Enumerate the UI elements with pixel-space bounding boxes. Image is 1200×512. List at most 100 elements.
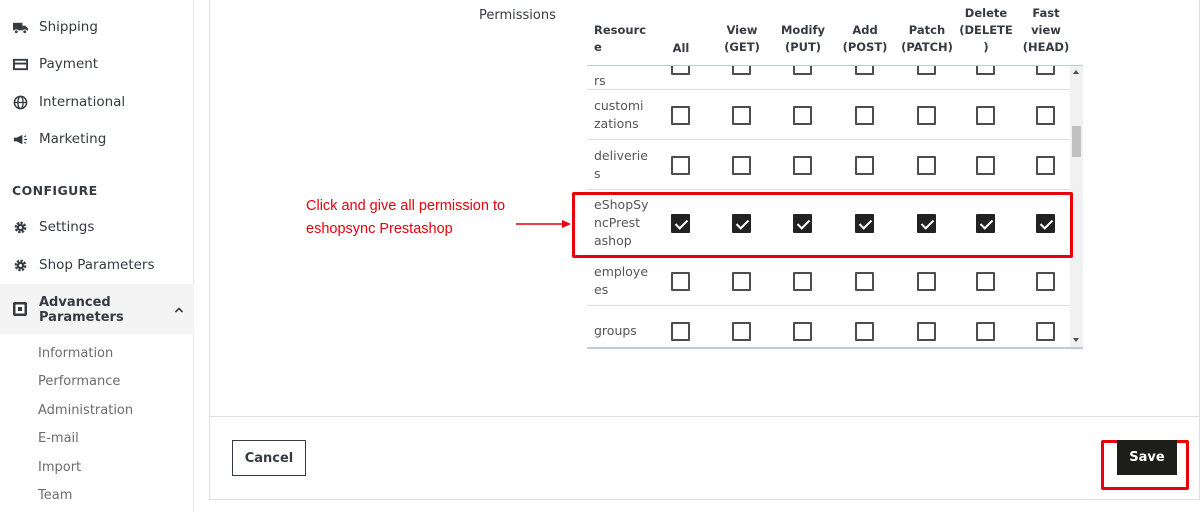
annotation-line1: Click and give all permission to — [306, 198, 506, 214]
sidebar-item-shipping[interactable]: Shipping — [0, 12, 194, 42]
column-header-line: (HEAD) — [1022, 40, 1070, 54]
sidebar: Shipping Payment International Marketing… — [0, 0, 194, 512]
permission-checkbox[interactable] — [917, 321, 936, 341]
credit-card-icon — [12, 56, 28, 72]
column-header-line: All — [672, 41, 690, 55]
permission-checkbox[interactable] — [976, 321, 995, 341]
permission-checkbox[interactable] — [976, 155, 995, 175]
column-header: All — [650, 40, 712, 57]
column-header-line: (DELETE — [959, 23, 1013, 37]
resource-name-line: zations — [594, 116, 639, 131]
permission-checkbox[interactable] — [732, 321, 751, 341]
sub-item-team[interactable]: Team — [38, 488, 72, 503]
permission-checkbox[interactable] — [855, 155, 874, 175]
sidebar-item-settings[interactable]: Settings — [0, 212, 194, 242]
permission-checkbox[interactable] — [1036, 155, 1055, 175]
permission-checkbox[interactable] — [917, 155, 936, 175]
column-header-line: view — [1031, 23, 1061, 37]
permission-checkbox[interactable] — [1036, 321, 1055, 341]
sub-item-administration[interactable]: Administration — [38, 403, 133, 418]
table-row: employe es — [587, 256, 1070, 306]
column-header: Add (POST) — [834, 22, 896, 56]
column-header-line: Delete — [964, 6, 1008, 20]
column-header-line: Patch — [908, 23, 946, 37]
save-button[interactable]: Save — [1117, 440, 1177, 475]
column-header-line: e — [594, 40, 602, 54]
column-header-resource: Resourc e — [594, 22, 647, 56]
advanced-parameters-label: Advanced Parameters — [39, 295, 124, 325]
sidebar-item-marketing[interactable]: Marketing — [0, 124, 194, 154]
permission-checkbox[interactable] — [732, 105, 751, 125]
globe-icon — [12, 94, 28, 110]
permission-checkbox[interactable] — [1036, 66, 1055, 75]
terminal-icon — [12, 301, 28, 317]
permission-checkbox[interactable] — [976, 66, 995, 75]
permission-checkbox[interactable] — [1036, 271, 1055, 291]
permission-checkbox[interactable] — [855, 321, 874, 341]
column-header-line: Resourc — [594, 23, 647, 37]
resource-name: rs — [594, 72, 606, 90]
permission-checkbox[interactable] — [671, 66, 690, 75]
scroll-down-arrow-icon[interactable] — [1073, 338, 1079, 342]
scroll-up-arrow-icon[interactable] — [1073, 70, 1079, 74]
sub-item-email[interactable]: E-mail — [38, 431, 79, 446]
gear-icon — [12, 257, 28, 273]
permission-checkbox[interactable] — [855, 105, 874, 125]
permission-checkbox[interactable] — [732, 155, 751, 175]
sub-item-import[interactable]: Import — [38, 460, 81, 475]
column-header-line: Add — [852, 23, 878, 37]
cancel-button[interactable]: Cancel — [232, 440, 306, 476]
permission-checkbox[interactable] — [671, 155, 690, 175]
sidebar-item-advanced-parameters[interactable]: Advanced Parameters — [0, 284, 194, 334]
permissions-label: Permissions — [479, 8, 556, 23]
sub-item-information[interactable]: Information — [38, 346, 113, 361]
permission-checkbox[interactable] — [1036, 105, 1055, 125]
table-row: customi zations — [587, 90, 1070, 140]
sidebar-item-label: Shop Parameters — [39, 257, 155, 273]
resource-name: deliverie s — [594, 147, 648, 183]
highlight-box-eshopsync-row — [572, 192, 1073, 258]
permissions-table: Resourc e All View (GET) Modify (PUT) Add (POST)… — [587, 0, 1083, 350]
resource-name-line: rs — [594, 73, 606, 88]
column-header-line: ) — [983, 40, 989, 54]
resource-name-line: s — [594, 166, 601, 181]
chevron-up-icon[interactable] — [173, 301, 185, 313]
permission-checkbox[interactable] — [671, 105, 690, 125]
sidebar-item-label: Payment — [39, 56, 99, 72]
permission-checkbox[interactable] — [855, 271, 874, 291]
permission-checkbox[interactable] — [976, 105, 995, 125]
column-header-line: (PUT) — [784, 40, 822, 54]
resource-name: employe es — [594, 263, 648, 299]
scroll-thumb[interactable] — [1072, 126, 1081, 157]
table-row: deliverie s — [587, 140, 1070, 190]
resource-name-line: employe — [594, 264, 649, 279]
sidebar-item-label: International — [39, 94, 126, 110]
resource-name: customi zations — [594, 97, 644, 133]
column-header: Fast view (HEAD) — [1015, 5, 1077, 56]
permission-checkbox[interactable] — [855, 66, 874, 75]
sub-item-performance[interactable]: Performance — [38, 374, 120, 389]
footer-divider — [209, 416, 1200, 417]
table-bottom-border — [587, 347, 1083, 349]
advanced-label-line1: Advanced — [39, 295, 111, 310]
permission-checkbox[interactable] — [793, 155, 812, 175]
permission-checkbox[interactable] — [732, 66, 751, 75]
permission-checkbox[interactable] — [793, 105, 812, 125]
permission-checkbox[interactable] — [917, 66, 936, 75]
sidebar-item-label: Settings — [39, 219, 95, 235]
permission-checkbox[interactable] — [671, 271, 690, 291]
sidebar-item-shop-parameters[interactable]: Shop Parameters — [0, 250, 194, 280]
sidebar-item-payment[interactable]: Payment — [0, 49, 194, 79]
permission-checkbox[interactable] — [793, 66, 812, 75]
column-header-line: (POST) — [842, 40, 888, 54]
truck-icon — [12, 19, 28, 35]
permission-checkbox[interactable] — [917, 105, 936, 125]
permission-checkbox[interactable] — [917, 271, 936, 291]
permission-checkbox[interactable] — [793, 271, 812, 291]
permission-checkbox[interactable] — [976, 271, 995, 291]
permission-checkbox[interactable] — [671, 321, 690, 341]
sidebar-item-international[interactable]: International — [0, 87, 194, 117]
column-header: Patch (PATCH) — [896, 22, 958, 56]
permission-checkbox[interactable] — [793, 321, 812, 341]
permission-checkbox[interactable] — [732, 271, 751, 291]
